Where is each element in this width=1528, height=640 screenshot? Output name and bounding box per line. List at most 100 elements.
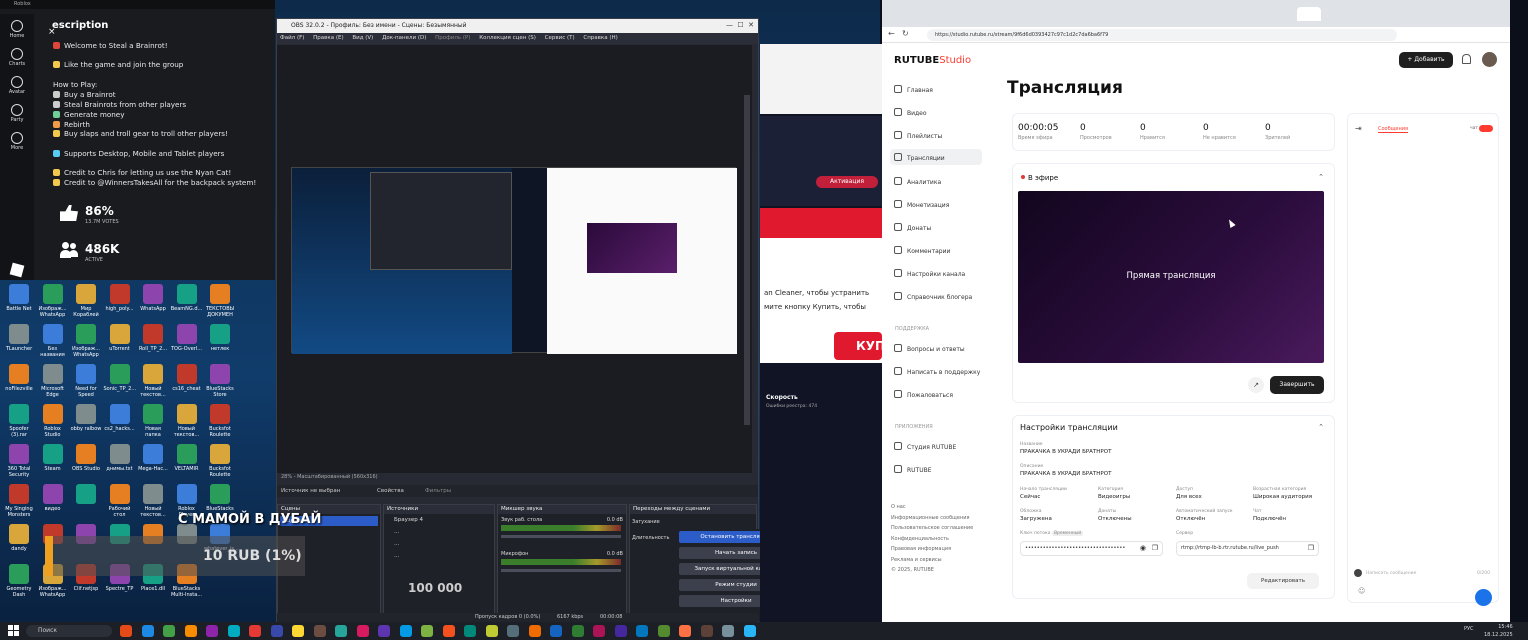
- desktop-icon[interactable]: Изображ... WhatsApp: [70, 324, 102, 358]
- taskbar-app-icon[interactable]: [614, 625, 627, 637]
- taskbar-app-icon[interactable]: [550, 625, 562, 637]
- taskbar-app-icon[interactable]: [227, 625, 240, 637]
- taskbar-app-icon[interactable]: [593, 625, 605, 637]
- taskbar-app-icon[interactable]: [722, 625, 734, 637]
- menu-docks[interactable]: Док-панели (D): [382, 35, 426, 41]
- taskbar-app-icon[interactable]: [399, 625, 412, 637]
- taskbar-app-icon[interactable]: [313, 625, 326, 637]
- source-item[interactable]: ...: [384, 550, 494, 562]
- desktop-icon[interactable]: Sonic_TP_2...: [104, 364, 136, 392]
- desktop-icon[interactable]: Изображ... WhatsApp: [37, 284, 69, 318]
- footer-link[interactable]: Информационные сообщения: [891, 513, 973, 524]
- copy-icon[interactable]: ❐: [1152, 542, 1158, 555]
- taskbar-app-icon[interactable]: [292, 625, 304, 637]
- add-button[interactable]: + Добавить: [1399, 52, 1453, 68]
- stream-key-field[interactable]: •••••••••••••••••••••••••••••••••• ◉ ❐: [1020, 541, 1163, 556]
- desktop-icon[interactable]: noFilezville: [3, 364, 35, 392]
- taskbar-app-icon[interactable]: [571, 625, 584, 637]
- nav-studio-app[interactable]: Студия RUTUBE: [894, 442, 956, 451]
- sidebar-party[interactable]: Party: [0, 104, 34, 123]
- volume-slider[interactable]: [501, 535, 621, 538]
- share-icon[interactable]: ↗: [1248, 377, 1264, 393]
- sidebar-avatar[interactable]: Avatar: [0, 76, 34, 95]
- desktop-icon[interactable]: Microsoft Edge: [37, 364, 69, 398]
- desktop-icon[interactable]: high_poly...: [104, 284, 136, 312]
- collapse-chevron-icon[interactable]: ⌃: [1318, 423, 1324, 431]
- desktop-icon[interactable]: днимы.txt: [104, 444, 136, 472]
- chat-toggle[interactable]: [1479, 125, 1493, 132]
- taskbar-app-icon[interactable]: [636, 625, 648, 637]
- footer-link[interactable]: О нас: [891, 502, 973, 513]
- help-bubble-icon[interactable]: [1475, 589, 1492, 606]
- back-icon[interactable]: ←: [888, 29, 895, 38]
- footer-link[interactable]: Реклама и сервисы: [891, 555, 973, 566]
- desktop-icon[interactable]: Need for Speed: [70, 364, 102, 398]
- server-field[interactable]: rtmp://rtmp-lb-b.rtr.rutube.ru/live_push…: [1176, 541, 1319, 556]
- desktop-icon[interactable]: Без названия: [37, 324, 69, 358]
- taskbar-app-icon[interactable]: [163, 625, 175, 637]
- nav-handbook[interactable]: Справочник блогера: [894, 292, 972, 301]
- taskbar-app-icon[interactable]: [378, 625, 390, 637]
- menu-profile[interactable]: Профиль (P): [435, 35, 470, 41]
- language-indicator[interactable]: РУС: [1464, 626, 1474, 632]
- footer-link[interactable]: Правовая информация: [891, 544, 973, 555]
- taskbar-app-icon[interactable]: [507, 625, 519, 637]
- desktop-icon[interactable]: видео: [37, 484, 69, 512]
- start-icon[interactable]: [8, 625, 19, 636]
- desktop-icon[interactable]: Новый текстов...: [171, 404, 203, 438]
- taskbar-app-icon[interactable]: [485, 625, 498, 637]
- desktop-icon[interactable]: Bucksfot Roulette: [204, 444, 236, 478]
- desktop-icon[interactable]: Мир Кораблей: [70, 284, 102, 318]
- desktop-icon[interactable]: Spoofer (3).rar: [3, 404, 35, 438]
- desktop-icon[interactable]: uTorrent: [104, 324, 136, 352]
- desktop-icon[interactable]: cs2_hacks...: [104, 404, 136, 432]
- buy-button[interactable]: КУП: [834, 332, 885, 360]
- desktop-icon[interactable]: cs16_cheat: [171, 364, 203, 392]
- desktop-icon[interactable]: нетлек: [204, 324, 236, 352]
- avatar[interactable]: [1482, 52, 1497, 67]
- nav-report[interactable]: Пожаловаться: [894, 390, 953, 399]
- taskbar-app-icon[interactable]: [184, 625, 197, 637]
- source-item[interactable]: ...: [384, 526, 494, 538]
- taskbar-app-icon[interactable]: [679, 625, 691, 637]
- nav-analytics[interactable]: Аналитика: [894, 177, 941, 186]
- desktop-icon[interactable]: Roll_TP_2...: [137, 324, 169, 352]
- taskbar-app-icon[interactable]: [421, 625, 433, 637]
- menu-edit[interactable]: Правка (E): [313, 35, 343, 41]
- desktop-icon[interactable]: Battle Net: [3, 284, 35, 312]
- close-icon[interactable]: ×: [48, 27, 58, 37]
- taskbar-app-icon[interactable]: [335, 625, 347, 637]
- desktop-icon[interactable]: BlueStacks Store: [204, 364, 236, 398]
- nav-contact-support[interactable]: Написать в поддержку: [894, 367, 980, 376]
- clock[interactable]: 15:46 18.12.2025: [1484, 623, 1513, 639]
- menu-file[interactable]: Файл (F): [280, 35, 304, 41]
- nav-donations[interactable]: Донаты: [894, 223, 931, 232]
- taskbar-app-icon[interactable]: [657, 625, 670, 637]
- desktop-icon[interactable]: obby ralbow: [70, 404, 102, 432]
- fade-label[interactable]: Затухание: [632, 519, 660, 525]
- active-tab[interactable]: [1297, 7, 1321, 21]
- nav-faq[interactable]: Вопросы и ответы: [894, 344, 965, 353]
- desktop-icon[interactable]: Geometry Dash: [3, 564, 35, 598]
- nav-comments[interactable]: Комментарии: [894, 246, 950, 255]
- desktop-icon[interactable]: Рабочий стол: [104, 484, 136, 518]
- taskbar-app-icon[interactable]: [270, 625, 283, 637]
- menu-tools[interactable]: Сервис (T): [545, 35, 575, 41]
- nav-monetization[interactable]: Монетизация: [894, 200, 949, 209]
- taskbar-app-icon[interactable]: [528, 625, 541, 637]
- volume-slider[interactable]: [501, 569, 621, 572]
- scrollbar[interactable]: [744, 95, 750, 425]
- reload-icon[interactable]: ↻: [902, 29, 909, 38]
- copy-icon[interactable]: ❐: [1308, 542, 1314, 555]
- sidebar-home[interactable]: Home: [0, 20, 34, 39]
- taskbar-app-icon[interactable]: [442, 625, 455, 637]
- desktop-icon[interactable]: Новый текстов...: [137, 484, 169, 518]
- nav-channel-settings[interactable]: Настройки канала: [894, 269, 965, 278]
- desktop-icon[interactable]: Новый текстов...: [137, 364, 169, 398]
- finish-button[interactable]: Завершить: [1270, 376, 1324, 394]
- zoom-label[interactable]: 28% - Масштабированный (560х316): [281, 474, 378, 480]
- sidebar-charts[interactable]: Charts: [0, 48, 34, 67]
- window-controls[interactable]: — ☐ ✕: [726, 21, 754, 29]
- desktop-icon[interactable]: Roblox Studio: [37, 404, 69, 438]
- stream-preview[interactable]: Прямая трансляция: [1018, 191, 1324, 363]
